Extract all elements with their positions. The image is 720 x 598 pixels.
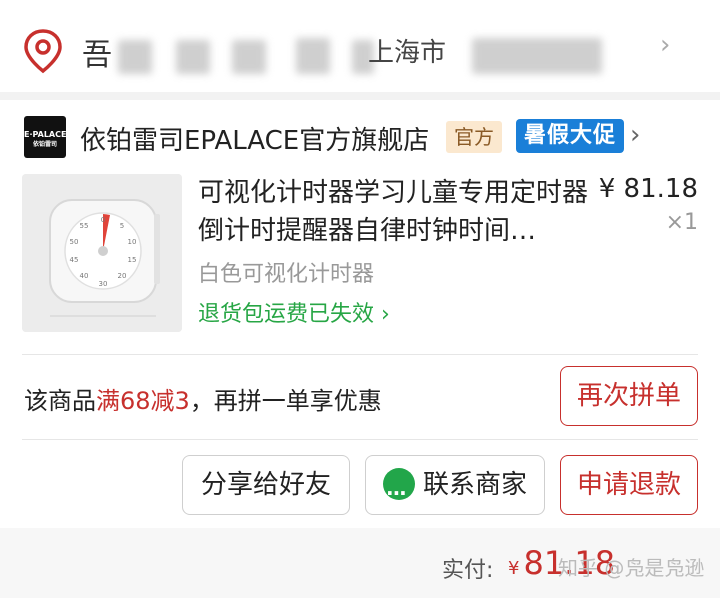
svg-text:40: 40 xyxy=(80,272,89,280)
product-title[interactable]: 可视化计时器学习儿童专用定时器倒计时提醒器自律时钟时间… xyxy=(198,174,588,250)
store-row[interactable]: E·PALACE 依铂雷司 依铂雷司EPALACE官方旗舰店 官方 暑假大促 › xyxy=(0,114,720,162)
return-shipping-text: 退货包运费已失效 xyxy=(198,302,375,327)
order-card: E·PALACE 依铂雷司 依铂雷司EPALACE官方旗舰店 官方 暑假大促 ›… xyxy=(0,100,720,598)
return-shipping-note[interactable]: 退货包运费已失效 › xyxy=(198,296,390,328)
redacted-block xyxy=(296,38,330,74)
contact-merchant-label: 联系商家 xyxy=(422,470,527,500)
promo-prefix: 该商品 xyxy=(24,387,96,415)
svg-text:15: 15 xyxy=(128,256,137,264)
timer-product-illustration: 0 5 10 15 20 30 40 45 50 55 xyxy=(22,174,182,332)
chevron-down-icon: › xyxy=(660,30,671,60)
store-name[interactable]: 依铂雷司EPALACE官方旗舰店 xyxy=(80,120,429,157)
contact-merchant-button[interactable]: 联系商家 xyxy=(365,455,545,522)
svg-text:55: 55 xyxy=(80,222,89,230)
total-label: 实付: xyxy=(442,558,494,583)
watermark: 知乎 @凫是凫逊 xyxy=(558,556,705,580)
redacted-block xyxy=(232,40,266,74)
share-button[interactable]: 分享给好友 xyxy=(182,455,350,515)
product-quantity: ×1 xyxy=(665,210,698,235)
svg-text:50: 50 xyxy=(70,238,79,246)
total-row: 实付: ¥81.18 知乎 @凫是凫逊 xyxy=(0,528,720,598)
chevron-right-icon: › xyxy=(381,302,390,327)
svg-text:5: 5 xyxy=(120,222,124,230)
divider xyxy=(22,439,698,440)
store-logo-text: E·PALACE xyxy=(24,130,67,139)
location-pin-icon xyxy=(24,29,62,74)
promo-highlight: 满68减3 xyxy=(96,387,190,415)
redacted-block xyxy=(176,40,210,74)
refund-button[interactable]: 申请退款 xyxy=(560,455,698,515)
divider xyxy=(22,354,698,355)
chat-icon xyxy=(382,464,415,522)
address-bar[interactable]: 吾 上海市 › xyxy=(0,0,720,92)
reorder-button[interactable]: 再次拼单 xyxy=(560,366,698,426)
product-price: ¥ 81.18 xyxy=(598,174,698,204)
summer-sale-badge: 暑假大促 xyxy=(516,119,625,153)
promo-suffix: ，再拼一单享优惠 xyxy=(189,387,382,415)
svg-text:20: 20 xyxy=(118,272,127,280)
redacted-block xyxy=(118,40,152,74)
svg-text:10: 10 xyxy=(128,238,137,246)
currency-symbol: ¥ xyxy=(508,558,520,579)
official-badge: 官方 xyxy=(446,121,502,153)
product-variant: 白色可视化计时器 xyxy=(198,262,375,287)
store-logo: E·PALACE 依铂雷司 xyxy=(24,116,66,158)
store-logo-subtext: 依铂雷司 xyxy=(32,141,57,148)
svg-text:0: 0 xyxy=(101,216,105,224)
chevron-right-icon[interactable]: › xyxy=(630,120,640,150)
product-image[interactable]: 0 5 10 15 20 30 40 45 50 55 xyxy=(22,174,182,332)
address-city: 上海市 xyxy=(368,38,447,68)
promo-message: 该商品满68减3，再拼一单享优惠 xyxy=(24,381,382,416)
svg-text:45: 45 xyxy=(70,256,79,264)
svg-text:30: 30 xyxy=(99,280,108,288)
redacted-block xyxy=(472,38,602,74)
address-text-start: 吾 xyxy=(82,38,114,73)
